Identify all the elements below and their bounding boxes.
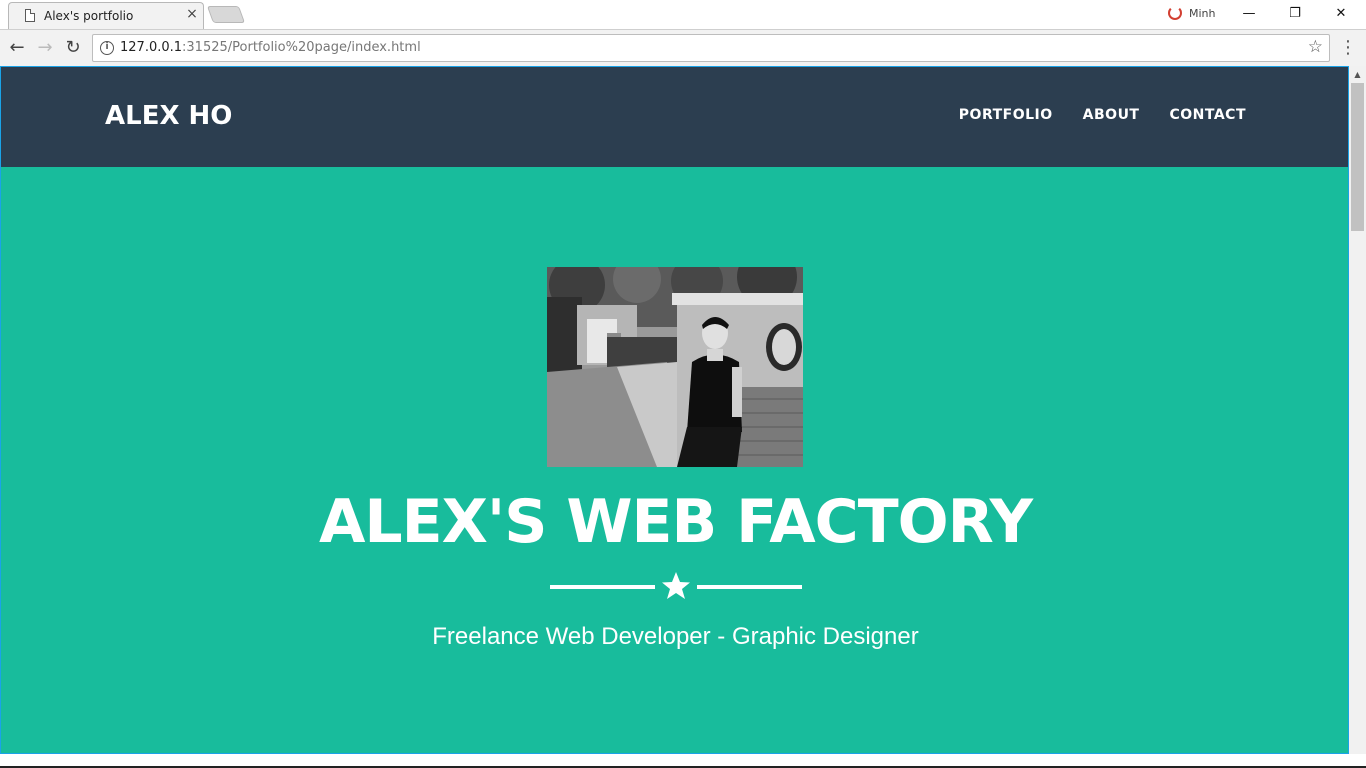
sync-icon xyxy=(1168,6,1182,20)
hero-subtitle: Freelance Web Developer - Graphic Design… xyxy=(432,623,919,650)
url-text[interactable]: 127.0.0.1:31525/Portfolio%20page/index.h… xyxy=(120,40,421,55)
browser-tab[interactable]: Alex's portfolio × xyxy=(8,2,204,30)
star-icon xyxy=(662,572,690,599)
profile-photo-image xyxy=(547,267,803,467)
file-icon xyxy=(25,9,35,22)
page-scrollbar[interactable]: ▲ xyxy=(1349,66,1366,754)
nav-link-contact[interactable]: CONTACT xyxy=(1169,107,1246,123)
bookmark-star-icon[interactable]: ☆ xyxy=(1308,37,1323,57)
hero-section: ALEX'S WEB FACTORY Freelance Web Develop… xyxy=(1,167,1348,753)
divider-line-right xyxy=(697,585,802,589)
url-host: 127.0.0.1 xyxy=(120,40,183,55)
minimize-button[interactable]: — xyxy=(1226,0,1272,28)
restore-button[interactable]: ❐ xyxy=(1272,0,1318,28)
site-navbar: ALEX HO PORTFOLIO ABOUT CONTACT xyxy=(1,67,1348,167)
scroll-up-arrow-icon[interactable]: ▲ xyxy=(1349,66,1366,83)
reload-button[interactable]: ↻ xyxy=(60,35,86,61)
back-button[interactable]: ← xyxy=(4,35,30,61)
browser-menu-button[interactable]: ⋮ xyxy=(1338,35,1358,61)
portfolio-page: ALEX HO PORTFOLIO ABOUT CONTACT ALEX'S W… xyxy=(0,66,1349,754)
tab-title: Alex's portfolio xyxy=(44,9,134,23)
hero-title: ALEX'S WEB FACTORY xyxy=(318,487,1033,557)
url-path: :31525/Portfolio%20page/index.html xyxy=(182,40,421,55)
star-divider xyxy=(550,572,802,603)
nav-link-about[interactable]: ABOUT xyxy=(1083,107,1140,123)
brand-logo[interactable]: ALEX HO xyxy=(105,101,232,131)
window-bottom-edge xyxy=(0,754,1366,768)
browser-toolbar: ← → ↻ i 127.0.0.1:31525/Portfolio%20page… xyxy=(0,29,1366,66)
page-viewport: ALEX HO PORTFOLIO ABOUT CONTACT ALEX'S W… xyxy=(0,66,1366,768)
new-tab-button[interactable] xyxy=(206,6,246,23)
scrollbar-thumb[interactable] xyxy=(1351,83,1364,231)
tab-close-icon[interactable]: × xyxy=(184,6,200,22)
address-bar[interactable]: i 127.0.0.1:31525/Portfolio%20page/index… xyxy=(92,34,1330,62)
profile-photo xyxy=(547,267,803,467)
nav-link-portfolio[interactable]: PORTFOLIO xyxy=(959,107,1053,123)
close-window-button[interactable]: ✕ xyxy=(1318,0,1364,28)
forward-button[interactable]: → xyxy=(32,35,58,61)
nav-links: PORTFOLIO ABOUT CONTACT xyxy=(959,107,1246,123)
divider-line-left xyxy=(550,585,655,589)
browser-tab-strip: Alex's portfolio × Minh — ❐ ✕ xyxy=(0,0,1366,30)
profile-name: Minh xyxy=(1189,7,1216,20)
info-icon[interactable]: i xyxy=(100,41,114,55)
